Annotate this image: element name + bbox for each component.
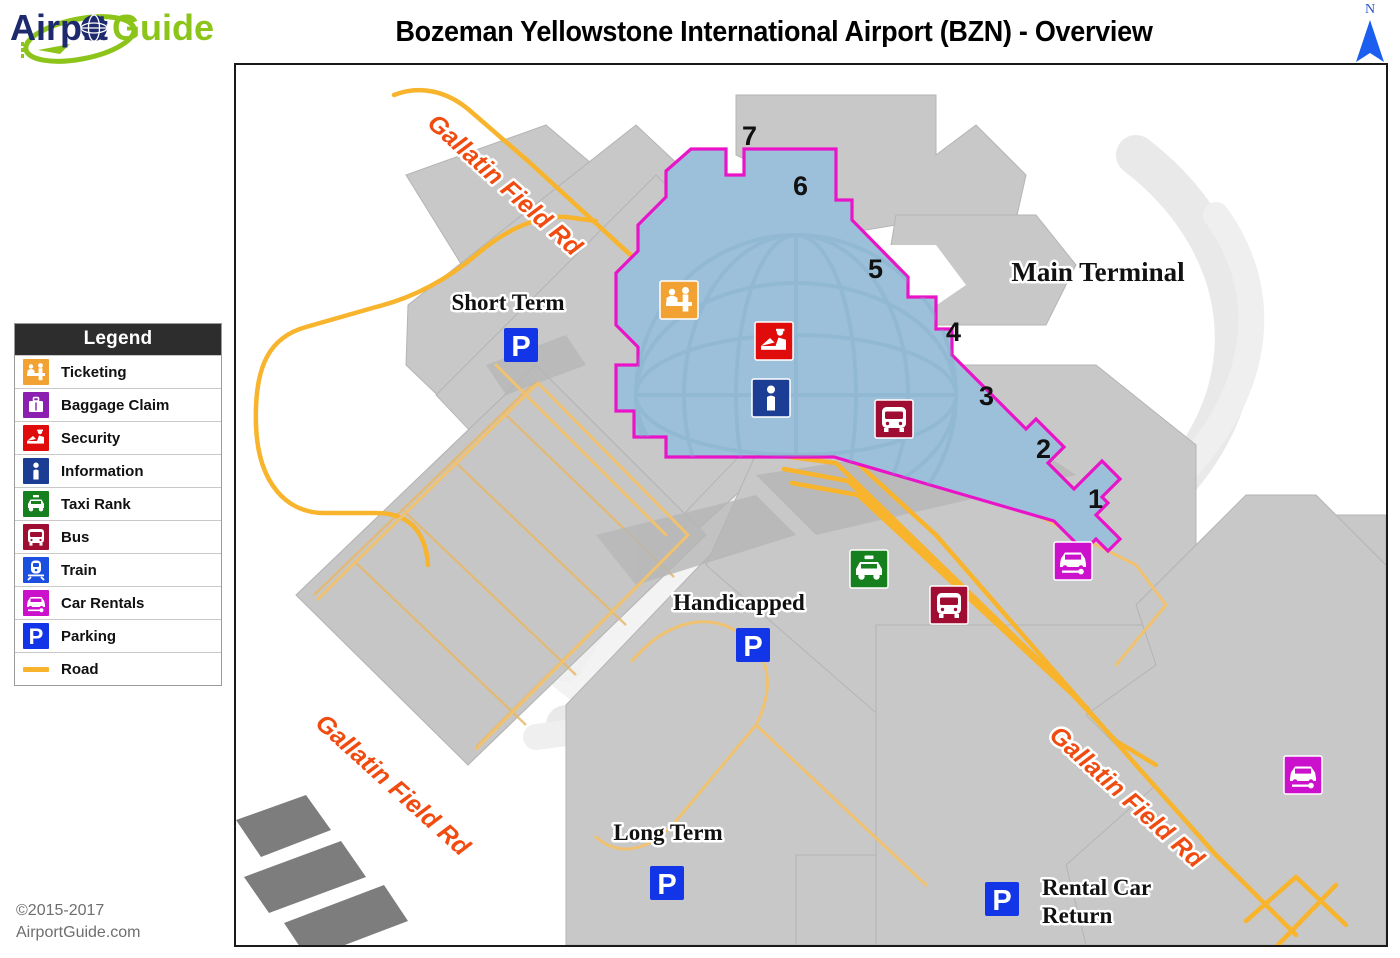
- legend-label: Car Rentals: [61, 594, 145, 612]
- information-icon: [23, 458, 49, 484]
- gate-number-2: 2: [1036, 434, 1051, 464]
- legend-item-train[interactable]: Train: [15, 553, 221, 586]
- svg-text:P: P: [657, 869, 676, 901]
- north-arrow-glyph: [1356, 20, 1384, 62]
- parking-icon: P: [23, 623, 49, 649]
- legend-label: Security: [61, 429, 121, 447]
- legend-item-security[interactable]: Security: [15, 421, 221, 454]
- legend-panel: Legend Ticketing Baggage Claim Security …: [14, 323, 222, 686]
- security-icon: [23, 425, 49, 451]
- parking-marker-handicapped[interactable]: P: [736, 628, 770, 663]
- map-marker-security[interactable]: [754, 321, 794, 361]
- legend-label: Ticketing: [61, 363, 127, 381]
- map-marker-car-rentals-terminal[interactable]: [1053, 541, 1093, 581]
- parking-label-handicapped: Handicapped: [673, 590, 805, 615]
- north-label: N: [1364, 2, 1376, 17]
- svg-text:P: P: [743, 631, 762, 663]
- map-marker-taxi-rank[interactable]: [849, 549, 889, 589]
- gate-number-3: 3: [979, 381, 994, 411]
- taxi-rank-icon: [23, 491, 49, 517]
- svg-text:P: P: [511, 331, 530, 363]
- map-marker-car-rentals-facility[interactable]: [1283, 755, 1323, 795]
- legend-item-road[interactable]: Road: [15, 652, 221, 685]
- legend-item-baggage-claim[interactable]: Baggage Claim: [15, 388, 221, 421]
- ticketing-icon: [23, 359, 49, 385]
- main-terminal-label: Main Terminal: [1011, 257, 1185, 287]
- legend-label: Information: [61, 462, 144, 480]
- legend-item-taxi-rank[interactable]: Taxi Rank: [15, 487, 221, 520]
- parking-marker-rental-car-return[interactable]: P: [985, 882, 1019, 917]
- gate-number-6: 6: [793, 171, 808, 201]
- bus-icon: [23, 524, 49, 550]
- road-icon: [23, 656, 49, 682]
- map-canvas[interactable]: Gallatin Field Rd Gallatin Field Rd Gall…: [236, 65, 1386, 945]
- parking-marker-short-term[interactable]: P: [504, 328, 538, 363]
- map-marker-bus-terminal[interactable]: [874, 399, 914, 439]
- legend-item-car-rentals[interactable]: Car Rentals: [15, 586, 221, 619]
- north-arrow: N: [1348, 2, 1392, 64]
- legend-label: Parking: [61, 627, 117, 645]
- legend-item-parking[interactable]: P Parking: [15, 619, 221, 652]
- copyright-line-1: ©2015-2017: [16, 902, 105, 919]
- parking-label-rental-car-return-line1: Rental Car: [1042, 875, 1151, 900]
- logo-text-airport: Airp: [10, 7, 82, 48]
- map-marker-information[interactable]: [751, 378, 791, 418]
- gate-number-5: 5: [868, 254, 883, 284]
- parking-label-rental-car-return-line2: Return: [1042, 903, 1112, 928]
- gate-number-4: 4: [946, 317, 961, 347]
- legend-label: Road: [61, 660, 99, 678]
- legend-item-ticketing[interactable]: Ticketing: [15, 355, 221, 388]
- logo-text-guide: Guide: [112, 7, 214, 48]
- legend-title: Legend: [15, 324, 221, 355]
- logo-dots: [21, 42, 24, 58]
- parking-label-long-term: Long Term: [613, 820, 722, 845]
- map-marker-bus-curbside[interactable]: [929, 585, 969, 625]
- gate-number-1: 1: [1088, 484, 1103, 514]
- airport-map[interactable]: Gallatin Field Rd Gallatin Field Rd Gall…: [234, 63, 1388, 947]
- legend-label: Taxi Rank: [61, 495, 131, 513]
- legend-label: Baggage Claim: [61, 396, 170, 414]
- legend-label: Bus: [61, 528, 90, 546]
- parking-marker-long-term[interactable]: P: [650, 866, 684, 901]
- copyright-notice: ©2015-2017 AirportGuide.com: [16, 900, 141, 943]
- parking-label-short-term: Short Term: [451, 290, 564, 315]
- train-icon: [23, 557, 49, 583]
- legend-label: Train: [61, 561, 97, 579]
- gate-number-7: 7: [742, 121, 757, 151]
- copyright-line-2: AirportGuide.com: [16, 923, 141, 941]
- airportguide-logo[interactable]: Airp rt Guide: [8, 2, 218, 64]
- legend-item-information[interactable]: Information: [15, 454, 221, 487]
- svg-text:P: P: [992, 885, 1011, 917]
- page-title: Bozeman Yellowstone International Airpor…: [395, 16, 1153, 48]
- map-marker-ticketing[interactable]: [659, 280, 699, 320]
- svg-text:P: P: [29, 624, 44, 649]
- globe-icon: [80, 14, 108, 42]
- car-rentals-icon: [23, 590, 49, 616]
- logo-artwork: Airp rt Guide: [10, 7, 214, 64]
- legend-item-bus[interactable]: Bus: [15, 520, 221, 553]
- baggage-claim-icon: [23, 392, 49, 418]
